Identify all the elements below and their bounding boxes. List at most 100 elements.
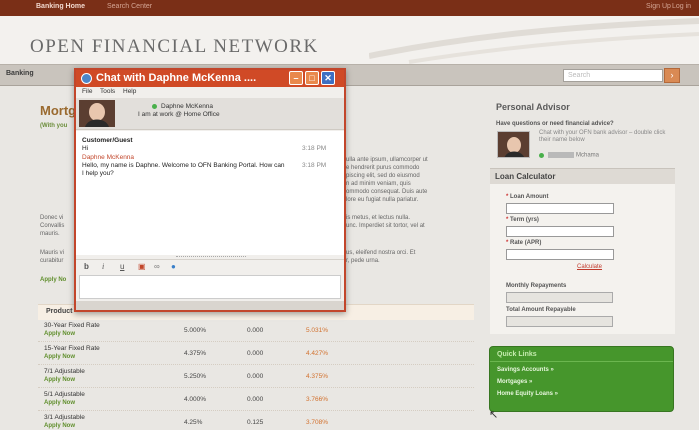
points-cell: 0.000	[247, 373, 264, 380]
points-cell: 0.000	[247, 396, 264, 403]
rate-cell: 4.000%	[184, 396, 207, 403]
online-status-icon	[539, 152, 544, 158]
table-row: 7/1 Adjustable Apply Now 5.250% 0.000 4.…	[38, 366, 474, 388]
apr-cell: 4.427%	[306, 350, 329, 357]
calculate-link[interactable]: Calculate	[577, 264, 602, 270]
paragraph-1-line: e hendrerit purus commodo	[346, 165, 420, 171]
chat-title: Chat with Daphne McKenna ....	[96, 72, 257, 84]
rate-cell: 4.25%	[184, 419, 203, 426]
quick-links-panel: Quick Links Savings Accounts » Mortgages…	[489, 346, 674, 412]
menu-file[interactable]: File	[82, 88, 92, 95]
loan-amount-label: * Loan Amount	[506, 194, 549, 200]
tab-banking[interactable]: Banking	[6, 70, 34, 77]
menu-tools[interactable]: Tools	[100, 88, 115, 95]
italic-button[interactable]: i	[102, 262, 104, 271]
paragraph-2-line: Donec vi	[40, 215, 64, 221]
apply-now-link[interactable]: Apply Now	[44, 377, 75, 383]
paragraph-2-line: unc. Imperdiet sit tortor, vel at	[346, 223, 425, 229]
search-icon: ›	[670, 70, 674, 80]
advisor-photo	[498, 132, 529, 157]
loan-amount-input[interactable]	[506, 203, 614, 214]
bold-button[interactable]: b	[84, 262, 89, 271]
chat-contact-profile: Daphne McKenna I am at work @ Home Offic…	[76, 98, 344, 130]
product-name: 3/1 Adjustable	[44, 414, 85, 421]
rate-cell: 4.375%	[184, 350, 207, 357]
table-row: 15-Year Fixed Rate Apply Now 4.375% 0.00…	[38, 343, 474, 365]
quick-link-home-equity[interactable]: Home Equity Loans »	[497, 391, 558, 397]
underline-button[interactable]: u	[120, 262, 124, 271]
mouse-cursor-icon: ↖	[489, 409, 499, 421]
close-button[interactable]: ✕	[321, 71, 335, 85]
paragraph-2-line: Convallis	[40, 223, 65, 229]
advisor-avatar[interactable]	[497, 131, 530, 158]
rate-input[interactable]	[506, 249, 614, 260]
header-swoosh-decoration	[369, 18, 699, 64]
search-center-link[interactable]: Search Center	[107, 3, 152, 10]
paragraph-1-line: ommodo consequat. Duis aute	[346, 189, 428, 195]
chat-window[interactable]: Chat with Daphne McKenna .... – □ ✕ File…	[74, 68, 346, 312]
message-text: Hello, my name is Daphne. Welcome to OFN…	[82, 162, 285, 177]
log-in-link[interactable]: Log in	[672, 3, 691, 10]
rate-cell: 5.000%	[184, 327, 207, 334]
page-subtitle: (With you	[40, 123, 68, 129]
font-color-icon[interactable]: ▣	[138, 262, 146, 271]
advisor-status[interactable]: Mchama	[539, 152, 599, 159]
chat-titlebar[interactable]: Chat with Daphne McKenna .... – □ ✕	[76, 70, 344, 87]
emoticon-icon[interactable]: ●	[171, 262, 176, 271]
maximize-button[interactable]: □	[305, 71, 319, 85]
table-row: 5/1 Adjustable Apply Now 4.000% 0.000 3.…	[38, 389, 474, 411]
personal-advisor-title: Personal Advisor	[496, 102, 570, 112]
apply-now-link[interactable]: Apply Now	[44, 423, 75, 429]
resize-handle[interactable]	[176, 256, 246, 258]
product-name: 5/1 Adjustable	[44, 391, 85, 398]
menu-help[interactable]: Help	[123, 88, 136, 95]
message-text: Hi	[82, 145, 89, 152]
minimize-button[interactable]: –	[289, 71, 303, 85]
sign-up-link[interactable]: Sign Up	[646, 3, 671, 10]
quick-link-savings[interactable]: Savings Accounts »	[497, 367, 554, 373]
message-sender: Customer/Guest	[82, 137, 133, 144]
chat-format-toolbar: b i u ▣ ∞ ●	[76, 259, 344, 273]
advisor-description: Chat with your OFN bank advisor – double…	[539, 130, 666, 143]
points-cell: 0.000	[247, 350, 264, 357]
quick-link-mortgages[interactable]: Mortgages »	[497, 379, 532, 385]
search-button[interactable]: ›	[664, 68, 680, 83]
chat-message-input[interactable]	[79, 275, 341, 299]
table-row: 30-Year Fixed Rate Apply Now 5.000% 0.00…	[38, 320, 474, 342]
paragraph-3-line: r, pede urna.	[346, 258, 380, 264]
link-icon[interactable]: ∞	[154, 262, 160, 271]
term-input[interactable]	[506, 226, 614, 237]
banking-home-link[interactable]: Banking Home	[36, 3, 85, 10]
contact-photo	[79, 100, 115, 127]
paragraph-1-line: lore eu fugiat nulla pariatur.	[346, 197, 419, 203]
apply-now-link[interactable]: Apply No	[40, 277, 66, 283]
advisor-question: Have questions or need financial advice?	[496, 121, 614, 127]
advisor-name[interactable]: Mchama	[576, 153, 599, 159]
page-title: Mortg	[40, 103, 77, 118]
chat-transcript[interactable]: Customer/Guest Hi 3:18 PM Daphne McKenna…	[76, 131, 344, 255]
apr-cell: 3.766%	[306, 396, 329, 403]
apply-now-link[interactable]: Apply Now	[44, 354, 75, 360]
apr-cell: 4.375%	[306, 373, 329, 380]
apr-cell: 5.031%	[306, 327, 329, 334]
paragraph-1-line: piscing elit, sed do eiusmod	[346, 173, 420, 179]
product-name: 7/1 Adjustable	[44, 368, 85, 375]
site-logo[interactable]: OPEN FINANCIAL NETWORK	[30, 36, 319, 58]
contact-avatar	[79, 100, 115, 127]
rate-cell: 5.250%	[184, 373, 207, 380]
apply-now-link[interactable]: Apply Now	[44, 400, 75, 406]
paragraph-3-line: curabitur	[40, 258, 64, 264]
search-input[interactable]: Search	[563, 69, 663, 82]
paragraph-3-line: us, eleifend nostra orci. Et	[346, 250, 416, 256]
paragraph-3-line: Mauris vi	[40, 250, 65, 256]
contact-name: Daphne McKenna	[152, 103, 213, 110]
paragraph-2-line: mauris.	[40, 231, 60, 237]
loan-calculator-header: Loan Calculator	[490, 168, 675, 184]
product-name: 15-Year Fixed Rate	[44, 345, 100, 352]
loan-calculator-title: Loan Calculator	[495, 172, 556, 181]
monthly-repayments-label: Monthly Repayments	[506, 283, 567, 289]
product-column-header: Product	[46, 308, 73, 315]
close-icon: ✕	[324, 73, 332, 83]
apply-now-link[interactable]: Apply Now	[44, 331, 75, 337]
paragraph-1-line: ulla ante ipsum, ullamcorper ut	[346, 157, 428, 163]
